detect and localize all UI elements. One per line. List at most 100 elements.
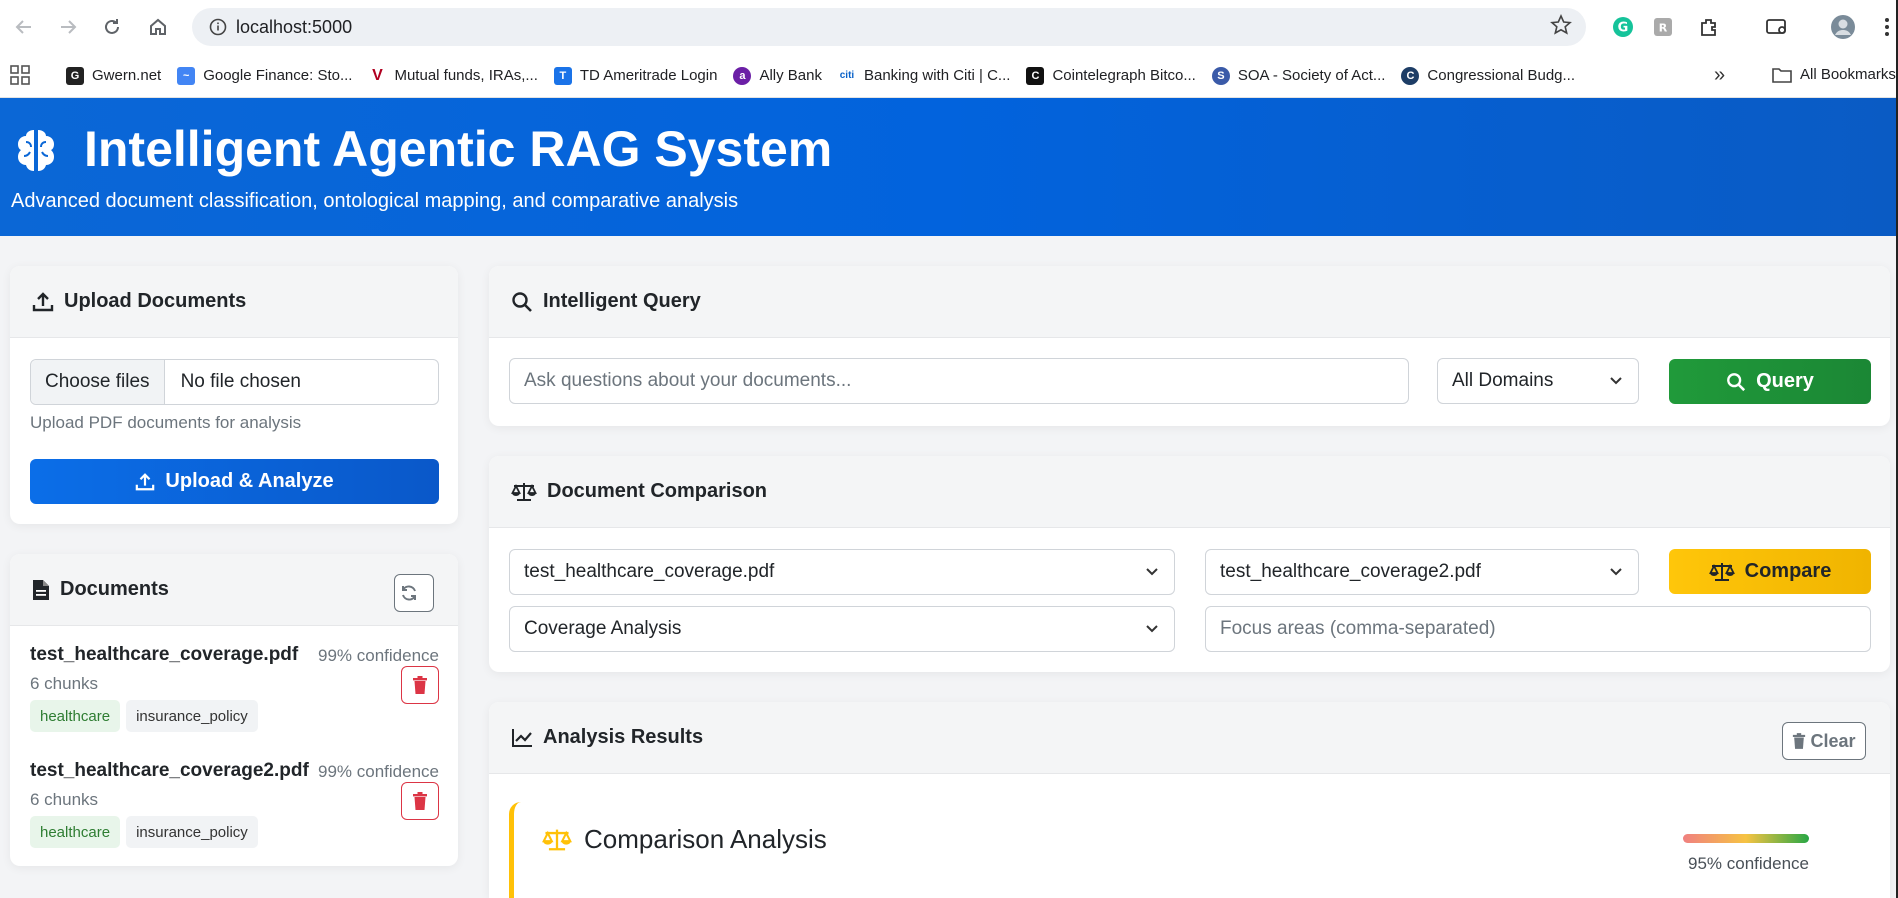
bookmark-item[interactable]: S SOA - Society of Act... — [1211, 66, 1385, 85]
comparison-card: Document Comparison test_healthcare_cove… — [489, 456, 1890, 672]
trash-icon — [1793, 733, 1806, 749]
brain-icon — [10, 124, 62, 176]
browser-toolbar: localhost:5000 G R — [0, 0, 1898, 54]
bookmarks-bar: G Gwern.net ~ Google Finance: Sto... V Mutu… — [0, 54, 1898, 98]
balance-scale-icon — [1708, 562, 1735, 581]
upload-card: Upload Documents Choose files No file ch… — [10, 266, 458, 524]
app-header: Intelligent Agentic RAG System Advanced … — [0, 98, 1898, 236]
td-ameritrade-icon: T — [553, 66, 572, 85]
document-name[interactable]: test_healthcare_coverage.pdf — [30, 644, 298, 666]
document-chunks: 6 chunks — [30, 674, 99, 693]
trash-icon — [413, 792, 427, 810]
results-card: Analysis Results Clear Comparison Analys… — [489, 702, 1890, 898]
back-button[interactable] — [2, 5, 46, 49]
url-text: localhost:5000 — [236, 16, 353, 37]
results-card-title: Analysis Results — [543, 726, 704, 748]
profile-avatar[interactable] — [1828, 12, 1858, 42]
query-form: Ask questions about your documents... Al… — [489, 338, 1890, 426]
chevron-down-icon — [1146, 568, 1158, 576]
bookmark-item[interactable]: ~ Google Finance: Sto... — [177, 66, 352, 85]
bookmark-item[interactable]: V Mutual funds, IRAs,... — [368, 66, 538, 85]
file-icon — [33, 579, 49, 600]
vanguard-icon: V — [368, 66, 387, 85]
list-item: test_healthcare_coverage2.pdf 99% confid… — [30, 760, 439, 860]
cointelegraph-icon: C — [1026, 66, 1045, 85]
search-icon — [512, 291, 532, 312]
browser-menu-icon[interactable] — [1878, 12, 1896, 42]
arrow-right-icon — [61, 20, 77, 34]
trash-icon — [413, 676, 427, 694]
bookmark-item[interactable]: T TD Ameritrade Login — [553, 66, 717, 85]
type-badge: insurance_policy — [126, 816, 258, 848]
upload-icon — [136, 472, 155, 490]
svg-text:G: G — [1618, 21, 1629, 36]
bookmark-star-icon[interactable] — [1550, 14, 1572, 42]
address-bar[interactable]: localhost:5000 — [192, 8, 1586, 46]
domain-badge: healthcare — [30, 700, 121, 732]
gwern-icon: G — [66, 66, 84, 85]
soa-icon: S — [1211, 66, 1230, 85]
upload-card-title: Upload Documents — [64, 290, 247, 312]
page-title: Intelligent Agentic RAG System — [84, 121, 833, 177]
upload-icon — [32, 291, 54, 311]
document-name[interactable]: test_healthcare_coverage2.pdf — [30, 760, 309, 782]
upload-analyze-button[interactable]: Upload & Analyze — [30, 459, 439, 504]
comparison-card-title: Document Comparison — [547, 480, 768, 502]
upload-card-header: Upload Documents — [10, 266, 458, 338]
domain-badge: healthcare — [30, 816, 121, 848]
clear-results-button[interactable]: Clear — [1782, 722, 1866, 760]
extension-icon[interactable]: R — [1648, 12, 1678, 42]
document-tags: healthcare insurance_policy — [30, 816, 264, 848]
confidence-bar — [1683, 834, 1809, 843]
choose-files-button[interactable]: Choose files — [31, 360, 165, 404]
cbo-icon: C — [1401, 66, 1420, 85]
reload-icon — [105, 19, 119, 34]
query-button[interactable]: Query — [1669, 359, 1871, 404]
forward-button[interactable] — [46, 5, 90, 49]
bookmark-item[interactable]: a Ally Bank — [733, 66, 822, 85]
chevron-down-icon — [1146, 625, 1158, 633]
domain-select[interactable]: All Domains — [1437, 358, 1639, 404]
document-2-select[interactable]: test_healthcare_coverage2.pdf — [1205, 549, 1639, 595]
bookmark-item[interactable]: C Congressional Budg... — [1401, 66, 1575, 85]
tab-search-icon[interactable] — [1762, 12, 1792, 42]
document-1-select[interactable]: test_healthcare_coverage.pdf — [509, 549, 1175, 595]
grammarly-extension-icon[interactable]: G — [1608, 12, 1638, 42]
file-input[interactable]: Choose files No file chosen — [30, 359, 439, 405]
citi-icon: citi — [837, 66, 856, 85]
comparison-result-card: Comparison Analysis 95% confidence — [509, 802, 1849, 898]
puzzle-extensions-icon[interactable] — [1694, 12, 1724, 42]
balance-scale-icon — [511, 482, 537, 501]
chevron-down-icon — [1610, 568, 1622, 576]
arrow-left-icon — [15, 20, 31, 34]
analysis-type-select[interactable]: Coverage Analysis — [509, 606, 1175, 652]
search-icon — [1727, 372, 1746, 391]
home-button[interactable] — [136, 5, 180, 49]
home-icon — [150, 18, 166, 35]
compare-button[interactable]: Compare — [1669, 549, 1871, 594]
bookmark-item[interactable]: citi Banking with Citi | C... — [837, 66, 1010, 85]
documents-card-header: Documents — [10, 554, 458, 626]
bookmark-item[interactable]: G Gwern.net — [66, 66, 161, 85]
balance-scale-icon — [542, 829, 572, 850]
refresh-icon — [402, 585, 416, 601]
site-info-icon[interactable] — [200, 8, 236, 46]
all-bookmarks-button[interactable]: All Bookmarks — [1772, 66, 1896, 83]
apps-grid-icon[interactable] — [10, 64, 32, 87]
reload-button[interactable] — [90, 5, 134, 49]
svg-text:R: R — [1659, 22, 1668, 35]
document-confidence: 99% confidence — [318, 646, 439, 665]
query-input[interactable]: Ask questions about your documents... — [509, 358, 1409, 404]
documents-card-title: Documents — [60, 578, 169, 600]
more-bookmarks-button[interactable]: » — [1714, 64, 1725, 87]
line-chart-icon — [512, 728, 532, 747]
ally-icon: a — [733, 66, 752, 85]
delete-document-button[interactable] — [401, 782, 439, 820]
folder-icon — [1772, 67, 1792, 83]
document-tags: healthcare insurance_policy — [30, 700, 264, 732]
bookmark-item[interactable]: C Cointelegraph Bitco... — [1026, 66, 1196, 85]
refresh-documents-button[interactable] — [394, 574, 434, 612]
focus-areas-input[interactable]: Focus areas (comma-separated) — [1205, 606, 1871, 652]
delete-document-button[interactable] — [401, 666, 439, 704]
comparison-card-header: Document Comparison — [489, 456, 1890, 528]
